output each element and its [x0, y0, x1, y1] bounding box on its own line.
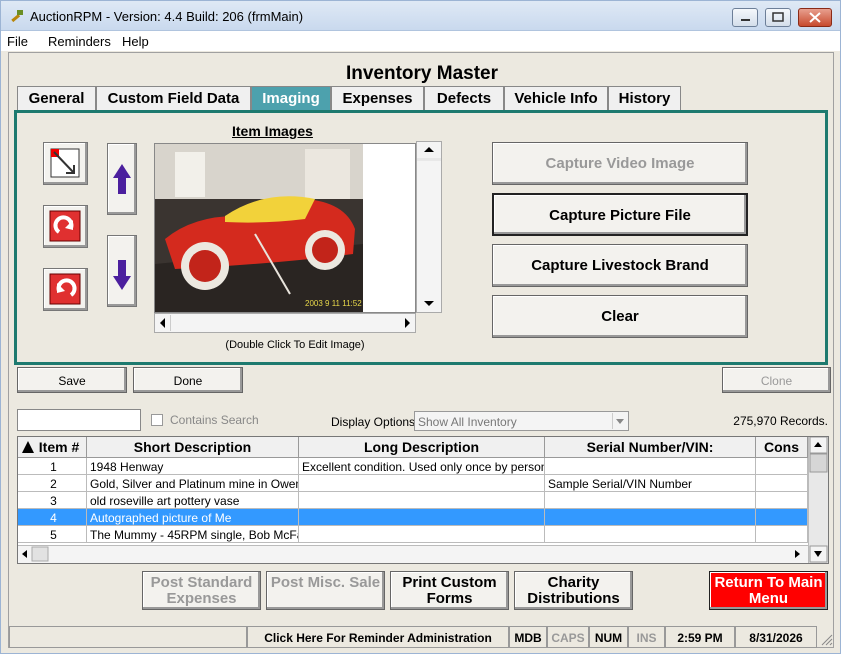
chevron-down-icon: [616, 419, 624, 424]
menu-help[interactable]: Help: [122, 34, 149, 49]
gavel-icon: [11, 10, 23, 23]
crop-edit-icon: [50, 148, 80, 178]
status-ins: INS: [628, 626, 665, 648]
return-to-main-menu-button[interactable]: Return To Main Menu: [709, 571, 828, 610]
menu-reminders[interactable]: Reminders: [48, 34, 111, 49]
column-header-long-description[interactable]: Long Description: [299, 437, 545, 458]
record-count: 275,970 Records.: [733, 414, 828, 428]
dropdown-arrow[interactable]: [612, 413, 627, 429]
save-button[interactable]: Save: [17, 367, 127, 393]
capture-picture-file-button[interactable]: Capture Picture File: [492, 193, 748, 236]
status-empty-panel: [9, 626, 247, 648]
arrow-down-icon: [113, 260, 131, 290]
display-options-label: Display Options:: [331, 415, 419, 429]
page-title: Inventory Master: [345, 63, 499, 84]
status-time: 2:59 PM: [665, 626, 735, 648]
clear-button[interactable]: Clear: [492, 295, 748, 338]
status-date: 8/31/2026: [735, 626, 817, 648]
close-button[interactable]: [798, 8, 832, 27]
edit-image-button[interactable]: [43, 142, 88, 185]
resize-grip-icon[interactable]: [819, 632, 833, 646]
item-image-list[interactable]: 2003 9 11 11:52: [154, 143, 416, 313]
charity-distributions-button[interactable]: Charity Distributions: [514, 571, 633, 610]
rotate-left-icon: [49, 273, 81, 305]
capture-video-image-button[interactable]: Capture Video Image: [492, 142, 748, 185]
display-options-value: Show All Inventory: [418, 415, 517, 429]
rotate-right-button[interactable]: [43, 205, 88, 248]
move-image-up-button[interactable]: [107, 143, 137, 215]
menu-file[interactable]: File: [7, 34, 28, 49]
inventory-form: Inventory Master General Custom Field Da…: [8, 52, 834, 648]
scroll-arrows-icon: [22, 546, 800, 562]
imaging-panel: Item Images 2003 9 11 11:52 (Double Clic…: [14, 110, 828, 365]
maximize-button[interactable]: [765, 8, 791, 27]
image-list-horizontal-scrollbar[interactable]: [154, 313, 416, 333]
tab-history[interactable]: History: [608, 86, 681, 110]
grid-vertical-scrollbar[interactable]: [808, 437, 828, 563]
rotate-left-button[interactable]: [43, 268, 88, 311]
clone-button[interactable]: Clone: [722, 367, 831, 393]
contains-search-label: Contains Search: [170, 413, 259, 427]
tab-custom-field-data[interactable]: Custom Field Data: [96, 86, 251, 110]
title-bar: AuctionRPM - Version: 4.4 Build: 206 (fr…: [1, 1, 840, 31]
edit-image-hint: (Double Click To Edit Image): [225, 339, 365, 351]
app-window: AuctionRPM - Version: 4.4 Build: 206 (fr…: [0, 0, 841, 654]
minimize-button[interactable]: [732, 8, 758, 27]
post-standard-expenses-button[interactable]: Post Standard Expenses: [142, 571, 261, 610]
grid-horizontal-scrollbar[interactable]: [18, 545, 808, 563]
capture-livestock-brand-button[interactable]: Capture Livestock Brand: [492, 244, 748, 287]
inventory-grid[interactable]: Item # Short Description Long Descriptio…: [17, 436, 829, 564]
scroll-arrows-icon: [809, 437, 828, 563]
scroll-arrows-icon: [417, 147, 441, 306]
status-caps: CAPS: [547, 626, 589, 648]
item-images-label: Item Images: [232, 123, 313, 139]
column-header-short-description[interactable]: Short Description: [87, 437, 299, 458]
column-header-cons[interactable]: Cons: [756, 437, 808, 458]
car-photo-thumbnail[interactable]: [155, 144, 363, 312]
menu-bar: File Reminders Help: [1, 31, 840, 51]
photo-timestamp: 2003 9 11 11:52: [305, 299, 362, 308]
tab-general[interactable]: General: [17, 86, 96, 110]
move-image-down-button[interactable]: [107, 235, 137, 307]
status-bar: Click Here For Reminder Administration M…: [9, 626, 835, 648]
tab-vehicle-info[interactable]: Vehicle Info: [504, 86, 608, 110]
arrow-up-icon: [113, 164, 131, 194]
status-num: NUM: [589, 626, 628, 648]
maximize-icon: [772, 12, 784, 22]
display-options-select[interactable]: Show All Inventory: [414, 411, 629, 431]
print-custom-forms-button[interactable]: Print Custom Forms: [390, 571, 509, 610]
sort-ascending-icon: [22, 441, 34, 453]
scroll-arrows-icon: [160, 315, 410, 331]
done-button[interactable]: Done: [133, 367, 243, 393]
post-misc-sale-button[interactable]: Post Misc. Sale: [266, 571, 385, 610]
window-title: AuctionRPM - Version: 4.4 Build: 206 (fr…: [30, 9, 304, 24]
minimize-icon: [741, 19, 750, 21]
status-mdb: MDB: [509, 626, 547, 648]
contains-search-checkbox[interactable]: [151, 414, 163, 426]
tab-imaging[interactable]: Imaging: [251, 86, 331, 110]
image-list-vertical-scrollbar[interactable]: [416, 141, 442, 313]
column-header-item[interactable]: Item #: [18, 437, 87, 458]
search-input[interactable]: [17, 409, 141, 431]
tab-defects[interactable]: Defects: [424, 86, 504, 110]
reminder-administration-link[interactable]: Click Here For Reminder Administration: [247, 626, 509, 648]
column-header-serial-vin[interactable]: Serial Number/VIN:: [545, 437, 756, 458]
rotate-right-icon: [49, 210, 81, 242]
close-icon: [809, 12, 821, 23]
tab-expenses[interactable]: Expenses: [331, 86, 424, 110]
